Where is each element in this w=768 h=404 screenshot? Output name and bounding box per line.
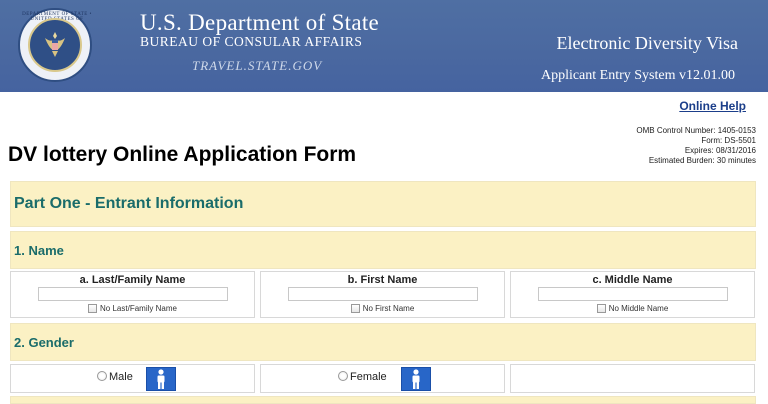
female-option[interactable]: Female xyxy=(338,371,387,383)
header-banner: DEPARTMENT OF STATE • UNITED STATES OF A… xyxy=(0,0,768,92)
name-section-header: 1. Name xyxy=(10,231,756,269)
no-middle-name-label: No Middle Name xyxy=(608,304,669,313)
middle-name-label: c. Middle Name xyxy=(592,274,673,286)
part-one-title: Part One - Entrant Information xyxy=(14,195,244,212)
male-cell: Male xyxy=(10,364,255,393)
male-option[interactable]: Male xyxy=(97,371,133,383)
no-first-name-label: No First Name xyxy=(362,304,415,313)
first-name-cell: b. First Name No First Name xyxy=(260,271,505,318)
department-seal-icon: DEPARTMENT OF STATE • UNITED STATES OF A… xyxy=(18,8,92,82)
site-name: TRAVEL.STATE.GOV xyxy=(192,58,323,73)
program-name: Electronic Diversity Visa xyxy=(556,33,738,53)
system-version: Applicant Entry System v12.01.00 xyxy=(540,68,735,83)
department-name: U.S. Department of State xyxy=(140,10,380,35)
bureau-name: BUREAU OF CONSULAR AFFAIRS xyxy=(140,34,363,49)
male-person-icon xyxy=(146,367,176,391)
no-last-name-option[interactable]: No Last/Family Name xyxy=(11,304,254,313)
next-section-band xyxy=(10,396,756,404)
last-name-input[interactable] xyxy=(38,287,228,301)
male-radio[interactable] xyxy=(97,371,107,381)
online-help-link[interactable]: Online Help xyxy=(679,99,746,113)
last-name-cell: a. Last/Family Name No Last/Family Name xyxy=(10,271,255,318)
first-name-input[interactable] xyxy=(288,287,478,301)
middle-name-cell: c. Middle Name No Middle Name xyxy=(510,271,755,318)
omb-control-number: OMB Control Number: 1405-0153 xyxy=(636,126,756,135)
omb-info: OMB Control Number: 1405-0153 Form: DS-5… xyxy=(536,126,756,166)
first-name-label: b. First Name xyxy=(347,274,418,286)
female-cell: Female xyxy=(260,364,505,393)
last-name-label: a. Last/Family Name xyxy=(79,274,186,286)
no-first-name-option[interactable]: No First Name xyxy=(261,304,504,313)
omb-expiration: Expires: 08/31/2016 xyxy=(684,146,756,155)
female-label: Female xyxy=(350,371,387,383)
female-radio[interactable] xyxy=(338,371,348,381)
gender-section-header: 2. Gender xyxy=(10,323,756,361)
no-last-name-checkbox[interactable] xyxy=(88,304,98,313)
middle-name-input[interactable] xyxy=(538,287,728,301)
male-label: Male xyxy=(109,371,133,383)
no-middle-name-checkbox[interactable] xyxy=(596,304,606,313)
name-section-title: 1. Name xyxy=(14,243,64,258)
no-last-name-label: No Last/Family Name xyxy=(100,304,177,313)
female-person-icon xyxy=(401,367,431,391)
no-first-name-checkbox[interactable] xyxy=(350,304,360,313)
gender-empty-cell xyxy=(510,364,755,393)
no-middle-name-option[interactable]: No Middle Name xyxy=(511,304,754,313)
omb-burden: Estimated Burden: 30 minutes xyxy=(648,156,756,165)
eagle-icon xyxy=(45,32,65,57)
gender-section-title: 2. Gender xyxy=(14,335,74,350)
part-one-header: Part One - Entrant Information xyxy=(10,181,756,227)
seal-center xyxy=(28,18,82,72)
page-title: DV lottery Online Application Form xyxy=(8,143,357,166)
omb-form-number: Form: DS-5501 xyxy=(701,136,756,145)
